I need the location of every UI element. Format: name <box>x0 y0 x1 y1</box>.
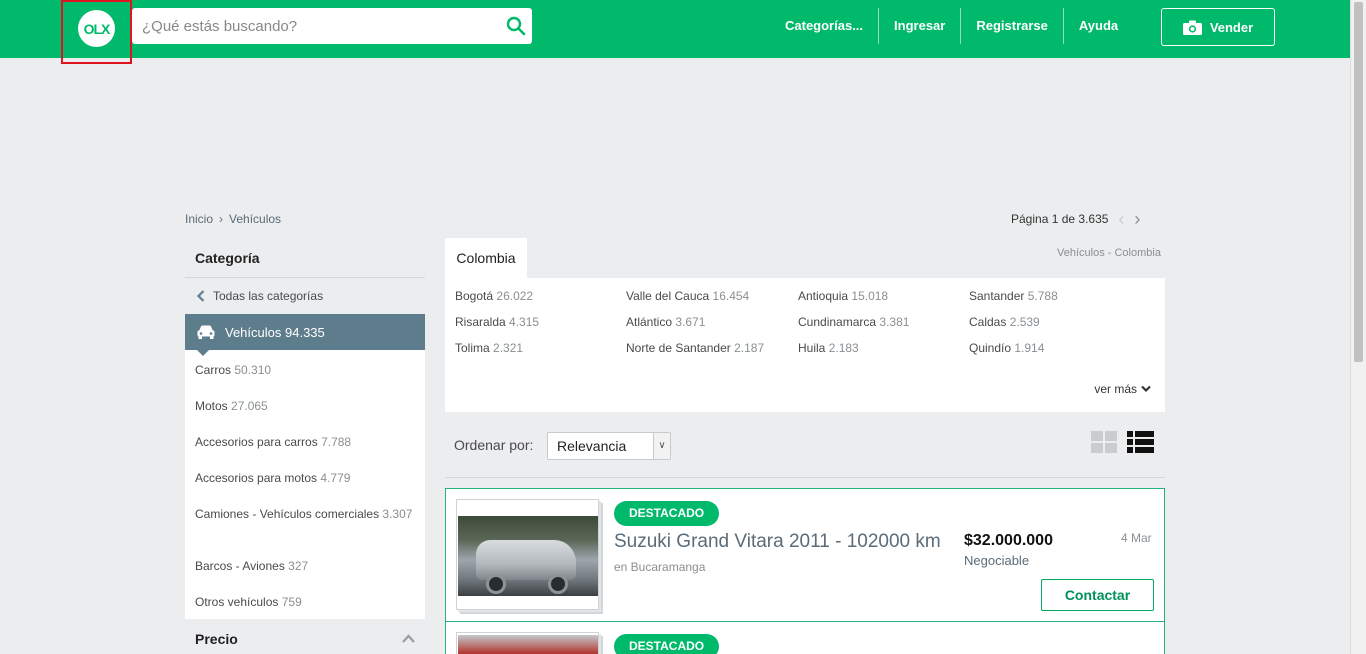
listing-price: $32.000.000 <box>964 532 1053 549</box>
see-more-label: ver más <box>1094 382 1137 396</box>
listing-title[interactable]: Suzuki Grand Vitara 2011 - 102000 km <box>614 531 941 553</box>
search-icon[interactable] <box>506 16 526 36</box>
location-path: Vehículos - Colombia <box>1057 247 1161 259</box>
sidebar-header: Categoría <box>185 238 425 278</box>
chevron-right-icon[interactable]: › <box>1134 210 1140 228</box>
page-indicator: Página 1 de 3.635 <box>1011 212 1109 226</box>
grid-view-icon[interactable] <box>1091 431 1117 453</box>
nav-help[interactable]: Ayuda <box>1064 8 1133 44</box>
location-item[interactable]: Santander 5.788 <box>969 288 1139 304</box>
listing-card[interactable]: DESTACADO Suzuki Grand Vitara 2011 - 102… <box>445 488 1165 622</box>
contact-button[interactable]: Contactar <box>1041 579 1154 611</box>
location-item[interactable]: Huila 2.183 <box>798 340 969 356</box>
location-item[interactable]: Atlántico 3.671 <box>626 314 798 330</box>
nav-register[interactable]: Registrarse <box>961 8 1063 44</box>
location-item[interactable]: Valle del Cauca 16.454 <box>626 288 798 304</box>
listing-thumbnail[interactable] <box>456 499 599 610</box>
location-panel: Bogotá 26.022 Valle del Cauca 16.454 Ant… <box>445 278 1165 412</box>
sidebar-item-carros[interactable]: Carros 50.310 <box>185 354 425 390</box>
sidebar-all-categories[interactable]: Todas las categorías <box>185 278 425 314</box>
top-header: OLX Categorías... Ingresar Registrarse A… <box>0 0 1350 58</box>
location-grid: Bogotá 26.022 Valle del Cauca 16.454 Ant… <box>455 288 1139 356</box>
sort-selected-value: Relevancia <box>557 438 627 454</box>
header-nav: Categorías... Ingresar Registrarse Ayuda <box>770 8 1133 44</box>
featured-badge: DESTACADO <box>614 501 720 526</box>
car-icon <box>197 325 215 339</box>
location-item[interactable]: Tolima 2.321 <box>455 340 626 356</box>
location-item[interactable]: Cundinamarca 3.381 <box>798 314 969 330</box>
search-bar <box>132 8 532 44</box>
nav-login[interactable]: Ingresar <box>879 8 960 44</box>
list-view-icon[interactable] <box>1127 431 1154 453</box>
logo-highlight-box <box>61 0 132 64</box>
location-item[interactable]: Bogotá 26.022 <box>455 288 626 304</box>
sidebar-active-label: Vehículos 94.335 <box>225 324 325 340</box>
location-item[interactable]: Caldas 2.539 <box>969 314 1139 330</box>
chevron-up-icon <box>402 634 415 643</box>
sidebar-item-barcos[interactable]: Barcos - Aviones 327 <box>185 550 425 586</box>
page-scrollbar[interactable] <box>1350 0 1366 654</box>
listing-card[interactable]: DESTACADO <box>445 621 1165 654</box>
scrollbar-thumb[interactable] <box>1354 2 1363 362</box>
listing-date: 4 Mar <box>1121 531 1152 545</box>
sidebar-item-otros[interactable]: Otros vehículos 759 <box>185 586 425 622</box>
see-more-link[interactable]: ver más <box>1094 382 1151 396</box>
sidebar-all-label: Todas las categorías <box>213 289 324 303</box>
price-filter-header[interactable]: Precio <box>185 619 425 654</box>
sidebar-item-accesorios-motos[interactable]: Accesorios para motos 4.779 <box>185 462 425 498</box>
nav-categories[interactable]: Categorías... <box>770 8 878 44</box>
sidebar-subcategory-list: Carros 50.310 Motos 27.065 Accesorios pa… <box>185 350 425 622</box>
location-item[interactable]: Risaralda 4.315 <box>455 314 626 330</box>
chevron-right-icon: › <box>219 212 224 226</box>
breadcrumb-vehicles[interactable]: Vehículos <box>229 212 281 226</box>
divider <box>445 477 1165 478</box>
category-sidebar: Categoría Todas las categorías Vehículos… <box>185 238 425 654</box>
listing-location: en Bucaramanga <box>614 560 706 574</box>
sidebar-item-motos[interactable]: Motos 27.065 <box>185 390 425 426</box>
listing-negotiable: Negociable <box>964 553 1030 568</box>
breadcrumb-home[interactable]: Inicio <box>185 212 213 226</box>
listing-photo <box>458 635 598 654</box>
sidebar-item-vehicles[interactable]: Vehículos 94.335 <box>185 314 425 356</box>
pagination: Página 1 de 3.635 ‹ › <box>1011 210 1140 228</box>
chevron-left-icon[interactable]: ‹ <box>1118 210 1124 228</box>
tab-colombia[interactable]: Colombia <box>445 238 527 278</box>
sell-button[interactable]: Vender <box>1161 8 1275 46</box>
chevron-down-icon: ∨ <box>653 433 670 459</box>
camera-icon <box>1182 20 1202 35</box>
chevron-left-icon <box>197 290 205 302</box>
sort-label: Ordenar por: <box>454 437 534 453</box>
featured-badge: DESTACADO <box>614 634 720 654</box>
breadcrumb: Inicio › Vehículos <box>185 212 281 226</box>
listing-photo <box>458 516 598 596</box>
location-item[interactable]: Quindío 1.914 <box>969 340 1139 356</box>
sidebar-item-camiones[interactable]: Camiones - Vehículos comerciales 3.307 <box>185 498 425 550</box>
sort-select[interactable]: Relevancia ∨ <box>547 432 671 460</box>
listing-thumbnail[interactable] <box>456 632 599 654</box>
location-item[interactable]: Norte de Santander 2.187 <box>626 340 798 356</box>
sell-label: Vender <box>1209 19 1254 35</box>
sidebar-item-accesorios-carros[interactable]: Accesorios para carros 7.788 <box>185 426 425 462</box>
location-item[interactable]: Antioquia 15.018 <box>798 288 969 304</box>
search-input[interactable] <box>132 8 492 44</box>
chevron-down-icon <box>1141 385 1151 393</box>
price-filter-label: Precio <box>195 631 238 647</box>
